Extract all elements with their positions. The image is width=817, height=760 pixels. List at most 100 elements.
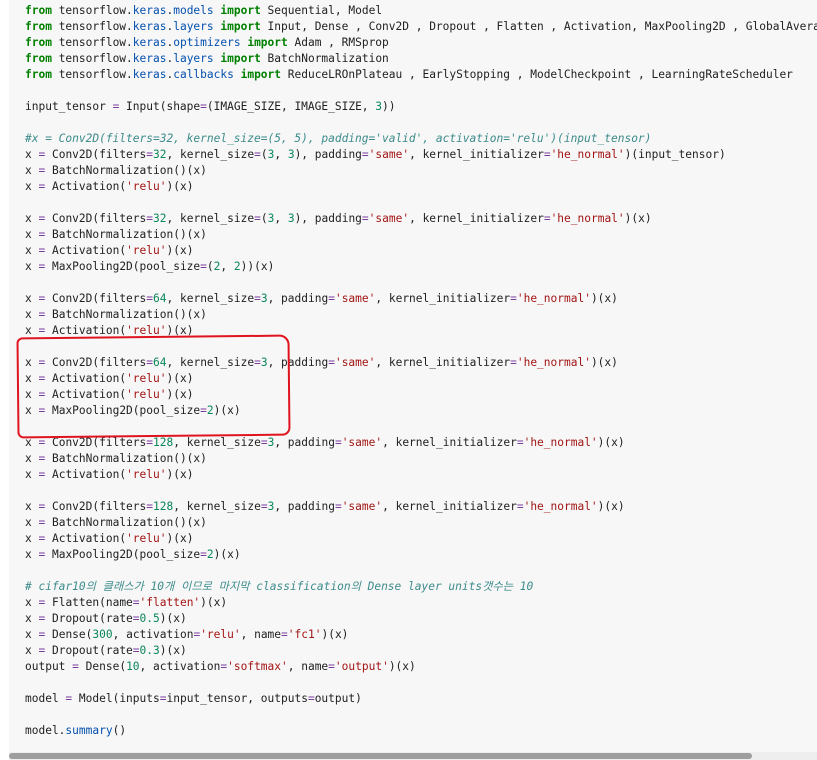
- code-token: =: [510, 356, 517, 369]
- code-token: =: [254, 356, 261, 369]
- code-token: 64: [153, 292, 167, 305]
- code-token: Input(shape: [119, 100, 201, 113]
- code-token: =: [260, 500, 268, 513]
- code-line: input_tensor = Input(shape=(IMAGE_SIZE, …: [25, 99, 817, 115]
- code-token: x: [25, 324, 39, 337]
- code-token: BatchNormalization()(x): [45, 452, 207, 465]
- code-token: , kernel_initializer: [375, 292, 511, 305]
- code-token: =: [516, 500, 524, 513]
- code-token: =: [307, 692, 315, 705]
- code-line: model = Model(inputs=input_tensor, outpu…: [25, 691, 817, 707]
- code-token: 'output': [334, 660, 389, 673]
- code-line: x = Activation('relu')(x): [25, 531, 817, 547]
- code-token: 3: [260, 356, 268, 369]
- code-token: 'relu': [126, 532, 167, 545]
- code-token: Flatten(name: [45, 596, 133, 609]
- code-token: =: [132, 612, 140, 625]
- code-line: x = Flatten(name='flatten')(x): [25, 595, 817, 611]
- code-token: , kernel_size: [166, 212, 255, 225]
- code-token: x: [25, 404, 39, 417]
- code-token: models: [173, 4, 214, 17]
- code-token: 'he_normal': [516, 292, 591, 305]
- code-token: =: [260, 436, 268, 449]
- code-line: x = BatchNormalization()(x): [25, 163, 817, 179]
- code-token: Activation(: [45, 180, 127, 193]
- code-line: x = MaxPooling2D(pool_size=2)(x): [25, 403, 817, 419]
- code-token: Conv2D(filters: [45, 148, 147, 161]
- code-line: model.summary(): [25, 723, 817, 739]
- code-token: , kernel_size: [173, 500, 261, 513]
- code-token: input_tensor: [25, 100, 113, 113]
- code-token: 0.3: [139, 644, 160, 657]
- code-token: model.: [25, 724, 66, 737]
- code-token: 32: [153, 212, 167, 225]
- code-line: x = Conv2D(filters=128, kernel_size=3, p…: [25, 435, 817, 451]
- scrollbar-thumb[interactable]: [9, 753, 753, 759]
- code-token: ,: [274, 212, 288, 225]
- code-token: (): [112, 724, 127, 737]
- code-token: ), padding: [294, 212, 362, 225]
- code-token: 'relu': [126, 180, 167, 193]
- code-token: 'he_normal': [550, 148, 625, 161]
- code-token: , kernel_initializer: [409, 212, 544, 225]
- code-token: from: [25, 36, 52, 49]
- code-line: x = Conv2D(filters=32, kernel_size=(3, 3…: [25, 147, 817, 163]
- horizontal-scrollbar[interactable]: [9, 752, 817, 760]
- code-token: )(x): [213, 404, 241, 417]
- code-token: MaxPooling2D(pool_size: [45, 404, 201, 417]
- code-token: =: [200, 548, 207, 561]
- code-token: =: [334, 500, 342, 513]
- code-token: keras: [132, 68, 167, 81]
- code-token: x: [25, 532, 39, 545]
- code-token: 3: [287, 148, 295, 161]
- code-token: =: [200, 404, 207, 417]
- code-token: , kernel_size: [173, 436, 261, 449]
- code-token: 'same': [334, 356, 376, 369]
- code-token: ,: [220, 260, 234, 273]
- code-token: 'same': [334, 292, 376, 305]
- code-token: 'same': [368, 148, 410, 161]
- code-token: tensorflow.: [51, 68, 133, 81]
- code-token: 'same': [341, 500, 383, 513]
- code-token: x: [25, 212, 39, 225]
- code-token: =: [200, 100, 207, 113]
- code-token: Conv2D(filters: [45, 500, 147, 513]
- code-token: 'he_normal': [523, 500, 598, 513]
- code-line: from tensorflow.keras.layers import Inpu…: [25, 19, 817, 35]
- code-token: 'relu': [126, 388, 167, 401]
- code-token: )(x): [166, 468, 194, 481]
- code-token: 32: [153, 148, 167, 161]
- code-token: =: [328, 292, 335, 305]
- code-editor[interactable]: from tensorflow.keras.models import Sequ…: [25, 3, 817, 739]
- code-token: optimizers: [173, 36, 241, 49]
- code-token: x: [25, 228, 39, 241]
- code-token: , padding: [267, 356, 329, 369]
- code-token: 0.5: [139, 612, 160, 625]
- code-token: x: [25, 516, 39, 529]
- code-token: import: [240, 68, 282, 81]
- code-token: )(x): [200, 596, 228, 609]
- code-token: , activation: [139, 660, 221, 673]
- code-token: summary: [65, 724, 113, 737]
- code-token: BatchNormalization()(x): [45, 164, 207, 177]
- code-token: (: [206, 260, 214, 273]
- code-token: BatchNormalization: [260, 52, 389, 65]
- code-token: =: [510, 292, 517, 305]
- code-token: , kernel_size: [166, 356, 255, 369]
- code-token: 'same': [368, 212, 410, 225]
- code-token: x: [25, 148, 39, 161]
- code-token: from: [25, 20, 52, 33]
- code-token: (: [260, 148, 268, 161]
- code-token: =: [543, 212, 551, 225]
- code-token: keras: [132, 36, 167, 49]
- code-token: 2: [206, 548, 214, 561]
- code-token: layers: [173, 52, 214, 65]
- code-token: BatchNormalization()(x): [45, 308, 207, 321]
- code-token: , name: [287, 660, 329, 673]
- code-token: , padding: [274, 500, 335, 513]
